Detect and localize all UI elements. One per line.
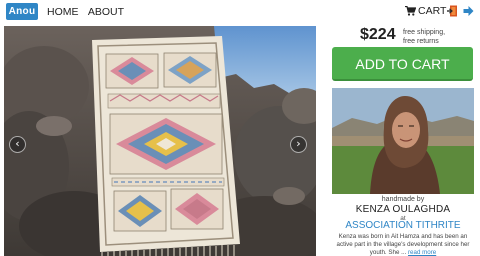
bio-line-3: youth. She ... [369, 249, 407, 256]
cart-label: CART [418, 5, 447, 17]
carousel-next-button[interactable]: › [290, 136, 307, 153]
bio-line-1: Kenza was born in Ait Hamza and has been… [338, 233, 468, 240]
bio-line-3-wrap: youth. She ... read more [332, 249, 474, 256]
anou-logo[interactable]: Anou [6, 3, 38, 20]
carousel-prev-button[interactable]: ‹ [9, 136, 26, 153]
artisan-name[interactable]: KENZA OULAGHDA [332, 204, 474, 215]
cart-icon [405, 6, 416, 16]
shipping-note: free shipping, free returns [403, 28, 445, 46]
handmade-by-label: handmade by [381, 196, 425, 203]
bio-line-2: active part in the village's development… [336, 241, 470, 248]
rug-photo [4, 26, 316, 256]
exit-door-icon[interactable] [447, 5, 458, 17]
artisan-photo[interactable] [332, 88, 474, 194]
add-to-cart-button[interactable]: ADD TO CART [332, 47, 473, 81]
read-more-link[interactable]: read more [408, 249, 436, 256]
price-row: $224 free shipping, free returns [332, 26, 474, 46]
arrow-right-icon[interactable] [463, 5, 474, 17]
main-nav: HOME ABOUT [47, 6, 131, 18]
shipping-line-1: free shipping, [403, 29, 446, 36]
artisan-portrait [332, 88, 474, 194]
association-link[interactable]: ASSOCIATION TITHRITE [332, 220, 474, 231]
shipping-line-2: free returns [403, 38, 439, 45]
artisan-bio: Kenza was born in Ait Hamza and has been… [332, 233, 474, 256]
product-image-carousel[interactable]: ‹ › [4, 26, 316, 256]
nav-home-link[interactable]: HOME [47, 6, 79, 18]
top-header: Anou HOME ABOUT CART [0, 0, 480, 24]
cart-link[interactable]: CART [405, 5, 446, 17]
price: $224 [360, 26, 396, 43]
nav-about-link[interactable]: ABOUT [88, 6, 124, 18]
